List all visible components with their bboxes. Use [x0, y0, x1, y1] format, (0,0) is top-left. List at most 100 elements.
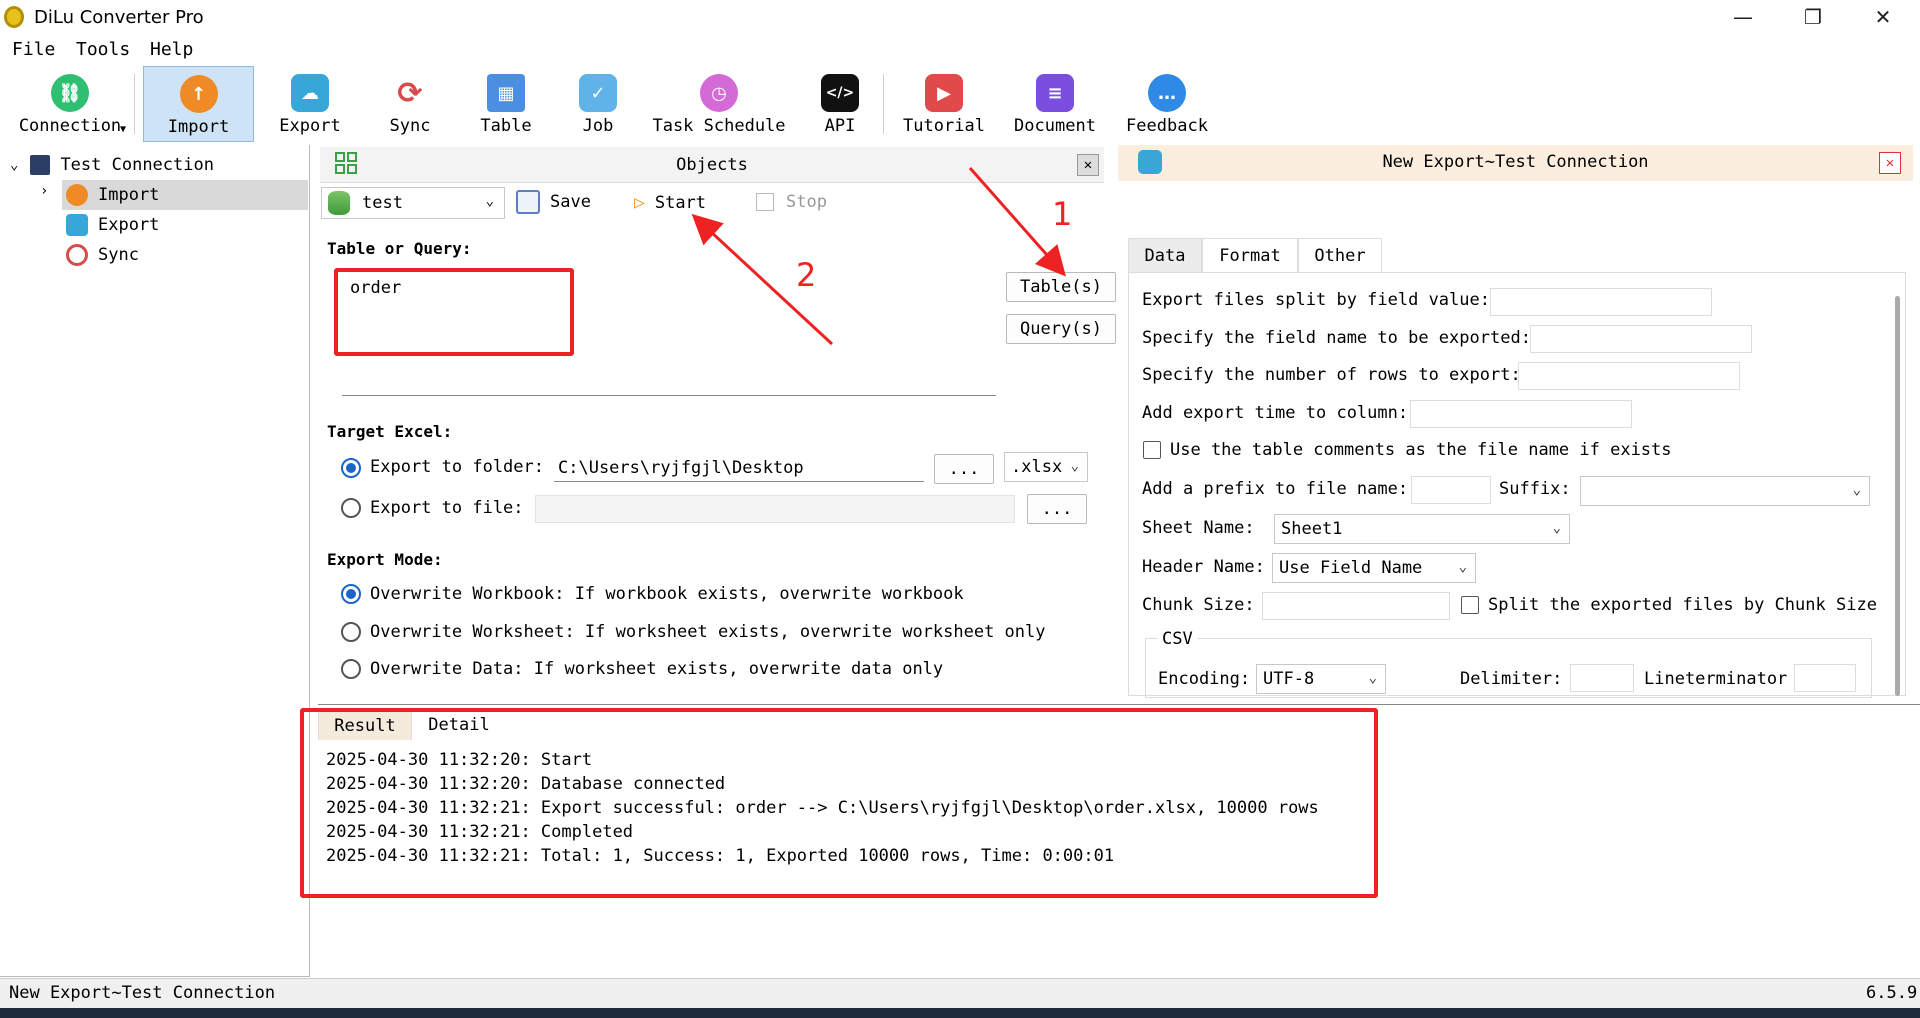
stop-icon [756, 193, 774, 211]
suffix-select[interactable]: ⌄ [1580, 476, 1870, 506]
queries-button[interactable]: Query(s) [1006, 314, 1116, 344]
overwrite-worksheet-radio[interactable] [341, 622, 361, 642]
use-comments-label: Use the table comments as the file name … [1170, 440, 1672, 460]
header-name-select[interactable]: Use Field Name ⌄ [1272, 553, 1476, 583]
delimiter-input[interactable] [1570, 664, 1634, 692]
overwrite-workbook-radio[interactable] [341, 584, 361, 604]
database-connection-icon [30, 155, 51, 175]
export-time-column-input[interactable] [1410, 400, 1632, 428]
toolbar-tutorial-button[interactable]: ▶ Tutorial [898, 66, 990, 142]
toolbar-export-button[interactable]: ☁ Export [270, 66, 350, 142]
sheet-name-label: Sheet Name: [1142, 518, 1255, 538]
tree-item-sync[interactable]: Sync [62, 240, 308, 270]
menu-tools[interactable]: Tools [76, 39, 130, 60]
database-icon [328, 191, 350, 215]
scrollbar[interactable] [1895, 296, 1900, 696]
export-cloud-icon [66, 214, 88, 236]
rows-to-export-input[interactable] [1518, 362, 1740, 390]
encoding-label: Encoding: [1158, 669, 1251, 689]
job-icon: ✓ [579, 74, 617, 112]
export-to-folder-label: Export to folder: [370, 457, 544, 477]
api-icon: </> [821, 74, 859, 112]
menu-bar: File Tools Help [0, 36, 1920, 64]
browse-file-button[interactable]: ... [1027, 494, 1087, 524]
app-logo-icon [4, 6, 24, 28]
play-icon: ▷ [634, 192, 645, 213]
tree-item-export[interactable]: Export [62, 210, 308, 240]
split-by-field-input[interactable] [1490, 288, 1712, 316]
overwrite-data-label: Overwrite Data: If worksheet exists, ove… [370, 659, 944, 679]
tree-item-import[interactable]: Import [62, 180, 308, 210]
toolbar-import-button[interactable]: ↑ Import [143, 66, 254, 142]
export-panel-title: New Export~Test Connection [1382, 152, 1649, 172]
connection-dropdown-icon[interactable]: ▼ [120, 124, 126, 135]
sheet-name-select[interactable]: Sheet1 ⌄ [1274, 514, 1570, 544]
start-button[interactable]: ▷ Start [634, 192, 706, 213]
tables-button[interactable]: Table(s) [1006, 272, 1116, 302]
chevron-down-icon[interactable]: ⌄ [10, 157, 18, 173]
lineterminator-input[interactable] [1794, 664, 1856, 692]
close-window-button[interactable]: ✕ [1848, 0, 1918, 34]
connection-tree: ⌄ Test Connection Import › Export Sync [0, 145, 310, 977]
csv-group [1145, 638, 1872, 698]
chevron-right-icon[interactable]: › [40, 183, 48, 199]
toolbar-connection-button[interactable]: ⛓ Connection [14, 66, 126, 142]
save-icon [516, 190, 540, 214]
toolbar-sync-button[interactable]: ⟳ Sync [370, 66, 450, 142]
tab-data[interactable]: Data [1128, 238, 1202, 272]
maximize-button[interactable]: ❐ [1778, 0, 1848, 34]
menu-file[interactable]: File [12, 39, 55, 60]
tab-format[interactable]: Format [1202, 238, 1298, 272]
objects-panel-header: Objects [320, 147, 1104, 183]
field-name-label: Specify the field name to be exported: [1142, 328, 1531, 348]
database-select[interactable]: test ⌄ [321, 187, 505, 219]
split-chunk-checkbox[interactable] [1461, 596, 1479, 614]
stop-button[interactable]: Stop [756, 192, 827, 212]
overwrite-data-radio[interactable] [341, 659, 361, 679]
rows-to-export-label: Specify the number of rows to export: [1142, 365, 1521, 385]
menu-help[interactable]: Help [150, 39, 193, 60]
export-to-folder-radio[interactable] [341, 458, 361, 478]
annotation-step-1: 1 [1052, 195, 1073, 233]
toolbar-job-button[interactable]: ✓ Job [558, 66, 638, 142]
title-bar: DiLu Converter Pro — ❐ ✕ [0, 0, 1920, 34]
import-cloud-icon: ↑ [179, 75, 218, 113]
objects-title: Objects [676, 155, 748, 175]
annotation-step-2: 2 [796, 256, 817, 294]
tab-other[interactable]: Other [1298, 238, 1382, 272]
main-toolbar: ⛓ Connection ↑ Import ☁ Export ⟳ Sync ▦ … [0, 66, 1920, 142]
toolbar-separator [134, 74, 135, 134]
overwrite-workbook-label: Overwrite Workbook: If workbook exists, … [370, 584, 964, 604]
export-close-button[interactable]: ✕ [1879, 152, 1901, 174]
os-taskbar [0, 1008, 1920, 1018]
save-button[interactable]: Save [516, 190, 591, 214]
use-comments-checkbox[interactable] [1143, 441, 1161, 459]
link-icon: ⛓ [51, 74, 89, 112]
extension-select[interactable]: .xlsx ⌄ [1004, 452, 1088, 482]
file-path-input[interactable] [535, 495, 1015, 523]
toolbar-task-schedule-button[interactable]: ◷ Task Schedule [652, 66, 786, 142]
delimiter-label: Delimiter: [1460, 669, 1563, 689]
objects-close-button[interactable]: ✕ [1077, 154, 1099, 176]
chunk-size-input[interactable] [1262, 592, 1450, 620]
field-name-input[interactable] [1530, 325, 1752, 353]
toolbar-api-button[interactable]: </> API [800, 66, 880, 142]
chevron-down-icon: ⌄ [1368, 670, 1377, 686]
chunk-size-label: Chunk Size: [1142, 595, 1255, 615]
export-to-file-label: Export to file: [370, 498, 524, 518]
toolbar-feedback-button[interactable]: … Feedback [1122, 66, 1212, 142]
toolbar-separator [883, 74, 884, 134]
toolbar-table-button[interactable]: ▦ Table [466, 66, 546, 142]
encoding-select[interactable]: UTF-8 ⌄ [1256, 664, 1386, 694]
export-to-file-radio[interactable] [341, 498, 361, 518]
toolbar-document-button[interactable]: ≡ Document [1012, 66, 1098, 142]
prefix-input[interactable] [1411, 476, 1491, 504]
header-name-label: Header Name: [1142, 557, 1265, 577]
minimize-button[interactable]: — [1708, 0, 1778, 34]
tree-root-test-connection[interactable]: ⌄ Test Connection [0, 150, 308, 180]
browse-folder-button[interactable]: ... [934, 454, 994, 484]
folder-path-input[interactable]: C:\Users\ryjfgjl\Desktop [554, 454, 924, 482]
annotation-arrow-1 [968, 167, 1066, 277]
chevron-down-icon: ⌄ [1070, 458, 1079, 474]
prefix-label: Add a prefix to file name: [1142, 479, 1409, 499]
